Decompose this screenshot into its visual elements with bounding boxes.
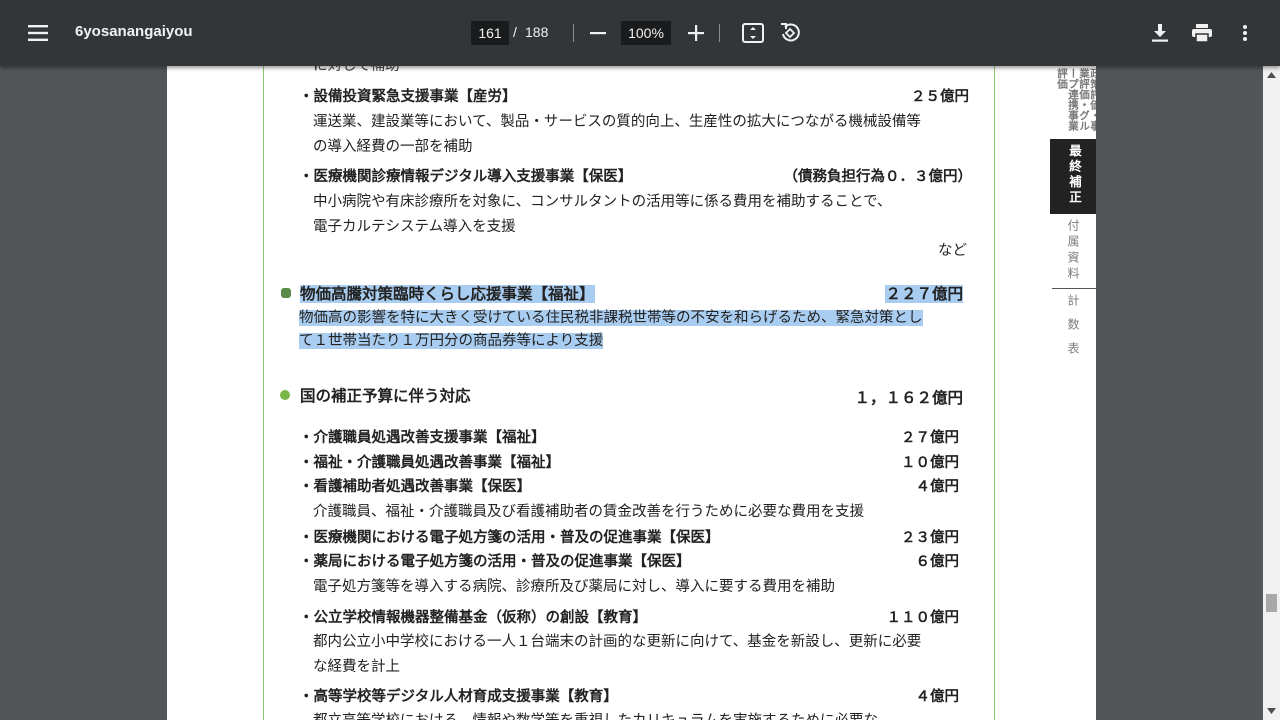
item-description: の導入経費の一部を補助 bbox=[313, 139, 473, 155]
section-description-text: 物価高の影響を特に大きく受けている住民税非課税世帯等の不安を和らげるため、緊急対… bbox=[299, 310, 923, 326]
item-amount: １０億円 bbox=[901, 455, 959, 471]
page-separator: / bbox=[513, 24, 517, 40]
section-title: 国の補正予算に伴う対応 bbox=[300, 387, 471, 405]
clipped-text: に対して補助 bbox=[313, 66, 400, 74]
item-amount: ２５億円 bbox=[911, 89, 969, 105]
total-pages: 188 bbox=[525, 24, 549, 40]
document-viewer[interactable]: に対して補助 ・設備投資緊急支援事業【産労】 ２５億円 運送業、建設業等において… bbox=[0, 66, 1280, 720]
zoom-out-icon[interactable] bbox=[582, 17, 614, 49]
item-description: 電子処方箋等を導入する病院、診療所及び薬局に対し、導入に要する費用を補助 bbox=[313, 579, 835, 595]
item-label: ・福祉・介護職員処遇改善事業【福祉】 bbox=[299, 455, 560, 471]
index-tab-final-correction[interactable]: 最終補正 bbox=[1050, 139, 1096, 214]
section-amount: ２２７億円 bbox=[885, 282, 963, 304]
pdf-page: に対して補助 ・設備投資緊急支援事業【産労】 ２５億円 運送業、建設業等において… bbox=[167, 66, 1096, 720]
index-tab-evaluation[interactable]: 政策評価・事業評価・グループ連携事業評価 bbox=[1056, 68, 1096, 134]
item-amount: ２３億円 bbox=[901, 530, 959, 546]
item-label: ・薬局における電子処方箋の活用・普及の促進事業【保医】 bbox=[299, 554, 691, 570]
page-number-input[interactable]: 161 bbox=[471, 21, 509, 45]
etc-text: など bbox=[938, 243, 967, 259]
item-description: 電子カルテシステム導入を支援 bbox=[313, 219, 516, 235]
item-description: 都内公立小中学校における一人１台端末の計画的な更新に向けて、基金を新設し、更新に… bbox=[313, 634, 922, 650]
item-label: ・看護補助者処遇改善事業【保医】 bbox=[299, 479, 531, 495]
item-amount: ６億円 bbox=[915, 554, 960, 570]
fit-page-icon[interactable] bbox=[737, 17, 769, 49]
document-title: 6yosanangaiyou bbox=[75, 23, 193, 40]
zoom-level-input[interactable]: 100% bbox=[621, 21, 671, 45]
toolbar-divider bbox=[573, 24, 574, 42]
section-description: 物価高の影響を特に大きく受けている住民税非課税世帯等の不安を和らげるため、緊急対… bbox=[299, 306, 923, 327]
item-amount: ２７億円 bbox=[901, 430, 959, 446]
scroll-up-icon[interactable] bbox=[1267, 72, 1276, 78]
toolbar-divider bbox=[719, 24, 720, 42]
item-amount: ４億円 bbox=[915, 479, 960, 495]
item-description: 運送業、建設業等において、製品・サービスの質的向上、生産性の拡大につながる機械設… bbox=[313, 114, 921, 130]
item-amount: １１０億円 bbox=[886, 610, 960, 626]
item-description: な経費を計上 bbox=[313, 659, 400, 675]
section-amount-text: ２２７億円 bbox=[885, 285, 963, 303]
item-description: 中小病院や有床診療所を対象に、コンサルタントの活用等に係る費用を補助することで、 bbox=[313, 194, 892, 210]
index-tab-tables[interactable]: 計数表 bbox=[1065, 294, 1082, 366]
item-label: ・介護職員処遇改善支援事業【福祉】 bbox=[299, 430, 546, 446]
item-label: ・設備投資緊急支援事業【産労】 bbox=[299, 89, 517, 105]
item-amount: ４億円 bbox=[915, 689, 960, 705]
download-icon[interactable] bbox=[1144, 17, 1176, 49]
item-label: ・医療機関における電子処方箋の活用・普及の促進事業【保医】 bbox=[299, 530, 720, 546]
zoom-in-icon[interactable] bbox=[680, 17, 712, 49]
item-label: ・公立学校情報機器整備基金（仮称）の創設【教育】 bbox=[299, 610, 647, 626]
rotate-icon[interactable] bbox=[774, 17, 806, 49]
item-description: 介護職員、福祉・介護職員及び看護補助者の賃金改善を行うために必要な費用を支援 bbox=[313, 504, 864, 520]
index-tabs: 政策評価・事業評価・グループ連携事業評価 最終補正 付属資料 計数表 bbox=[1050, 66, 1096, 720]
item-amount: （債務負担行為０．３億円） bbox=[783, 169, 973, 185]
tab-divider bbox=[1052, 288, 1096, 289]
index-tab-attached[interactable]: 付属資料 bbox=[1065, 219, 1082, 283]
bullet-icon bbox=[280, 390, 290, 400]
scroll-thumb[interactable] bbox=[1266, 594, 1277, 612]
scroll-down-icon[interactable] bbox=[1267, 708, 1276, 714]
more-vert-icon[interactable] bbox=[1229, 17, 1261, 49]
menu-icon[interactable] bbox=[22, 17, 54, 49]
item-label: ・高等学校等デジタル人材育成支援事業【教育】 bbox=[299, 689, 618, 705]
bullet-icon bbox=[281, 288, 291, 298]
section-description: て１世帯当たり１万円分の商品券等により支援 bbox=[299, 329, 604, 350]
section-description-text: て１世帯当たり１万円分の商品券等により支援 bbox=[299, 333, 604, 349]
section-title-text: 物価高騰対策臨時くらし応援事業【福祉】 bbox=[300, 285, 595, 303]
item-label: ・医療機関診療情報デジタル導入支援事業【保医】 bbox=[299, 169, 633, 185]
scrollbar[interactable] bbox=[1263, 66, 1280, 720]
section-title: 物価高騰対策臨時くらし応援事業【福祉】 bbox=[300, 282, 595, 304]
item-description: 都立高等学校における、情報や数学等を重視したカリキュラムを実施するために必要な bbox=[313, 709, 878, 720]
index-tab-label: 最終補正 bbox=[1067, 144, 1082, 206]
section-amount: １，１６２億円 bbox=[854, 389, 963, 407]
print-icon[interactable] bbox=[1186, 17, 1218, 49]
pdf-toolbar: 6yosanangaiyou 161 / 188 100% bbox=[0, 0, 1280, 66]
